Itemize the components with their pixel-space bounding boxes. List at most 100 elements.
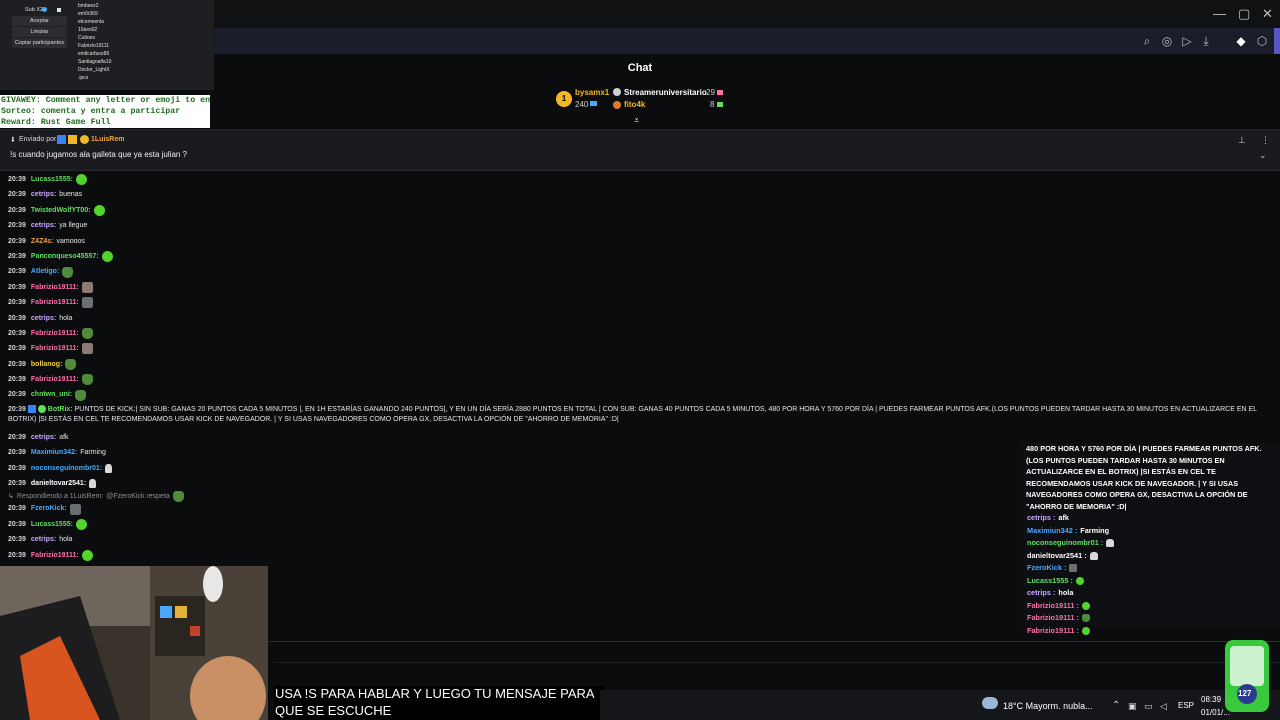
message-username[interactable]: BotRix: [48,406,73,413]
participant-item: Cutioes [78,35,95,41]
rank-badge-icon: 1 [556,91,572,107]
volume-icon[interactable]: ◁ [1160,701,1167,712]
download-icon[interactable]: ⤓ [1199,34,1213,48]
chat-message[interactable]: 20:39 bollanog: [8,357,1270,372]
message-username[interactable]: cetrips: [31,187,56,202]
message-username[interactable]: Fabrizio19111: [31,280,79,295]
search-icon[interactable]: ⌕ [1140,34,1154,48]
maximize-icon[interactable]: ▢ [1238,6,1250,22]
weather-text[interactable]: 18°C Mayorm. nubla... [1003,701,1093,711]
message-username[interactable]: Fabrizio19111: [31,548,79,563]
pin-icon[interactable]: ⊥ [1238,135,1246,146]
accept-button[interactable]: Aceptar [12,16,67,26]
overlay-chat-line: danieltovar2541 : [1023,550,1280,563]
message-username[interactable]: bollanog: [31,357,63,372]
copy-participants-button[interactable]: Copiar participantes [12,38,67,48]
message-time: 20:39 [8,283,26,291]
blob-emote-icon [101,251,113,263]
message-username[interactable]: cetrips: [31,532,56,547]
message-time: 20:39 [8,222,26,230]
chat-message[interactable]: 20:39 Fabrizio19111: [8,326,1270,341]
message-username[interactable]: noconseguinombr01: [31,461,102,476]
chat-message[interactable]: 20:39 Panconqueso45557: [8,249,1270,264]
message-username[interactable]: cetrips: [31,218,56,233]
overlay-chat-line: FzeroKick : [1023,562,1280,575]
message-username[interactable]: TwistedWolfYT00: [31,203,91,218]
leader-name-3[interactable]: fito4k [624,100,645,109]
expand-leaderboard-icon[interactable]: ⩡ [634,115,639,126]
cube-icon[interactable]: ⬡ [1255,34,1269,48]
pinned-author[interactable]: 1LuisRem [91,136,124,143]
badge-icon [37,405,46,414]
chat-message[interactable]: 20:39 Fabrizio19111: [8,341,1270,356]
pinned-message: ⬇ Enviado por 1LuisRem !s cuando jugamos… [0,129,1280,171]
chat-message[interactable]: 20:39 chntwn_uni: [8,387,1270,402]
message-username[interactable]: Lucass1555: [31,172,73,187]
message-username[interactable]: Maximiun342: [31,445,77,460]
message-time: 20:39 [8,433,26,441]
overlay-username: noconseguinombr01 : [1027,538,1104,547]
chat-message[interactable]: 20:39 cetrips: buenas [8,187,1270,202]
chat-message[interactable]: 20:39 Z4Z4s: vamooos [8,234,1270,249]
pinned-text: !s cuando jugamos ala galleta que ya est… [10,150,188,159]
chat-message[interactable]: 20:39 Fabrizio19111: [8,372,1270,387]
close-icon[interactable]: ✕ [1262,6,1273,22]
message-username[interactable]: Fabrizio19111: [31,341,79,356]
mascot-badge: 127 [1222,634,1272,714]
message-username[interactable]: Lucass1555: [31,517,73,532]
tray-chevron-icon[interactable]: ⌃ [1112,700,1120,711]
more-options-icon[interactable]: ⋮ [1261,135,1270,146]
message-username[interactable]: cetrips: [31,430,56,445]
chat-message[interactable]: 20:39 Fabrizio19111: [8,295,1270,310]
badge-icon [57,135,66,144]
weather-icon[interactable] [982,697,998,709]
bot-message[interactable]: 20:39 BotRix: PUNTOS DE KICK:| SIN SUB: … [8,405,1263,426]
message-username[interactable]: Fabrizio19111: [31,295,79,310]
blob-emote-icon [93,204,105,216]
message-username[interactable]: cetrips: [31,311,56,326]
badge-icon [27,405,36,414]
play-icon[interactable]: ▷ [1180,34,1194,48]
chat-message[interactable]: 20:39 Fabrizio19111: [8,280,1270,295]
participant-item: emilcarfaso89 [78,51,110,57]
frog-emote-icon [81,374,93,386]
network-icon[interactable]: ▭ [1144,701,1153,712]
language-indicator[interactable]: ESP [1178,701,1194,710]
message-username[interactable]: Atletigo: [31,264,59,279]
overlay-username: cetrips : [1027,513,1056,522]
tray-app-icon[interactable]: ▣ [1128,701,1137,712]
webcam-scene [0,566,268,720]
frog-emote-icon [65,358,77,370]
message-time: 20:39 [8,551,26,559]
chat-message[interactable]: 20:39 cetrips: hola [8,311,1270,326]
leader-name-2[interactable]: Streameruniversitario [624,88,707,97]
chat-message[interactable]: 20:39 Lucass1555: [8,172,1270,187]
toggle-icon[interactable] [42,7,47,12]
shield-icon[interactable]: ◎ [1160,34,1174,48]
checkbox[interactable] [57,8,61,12]
message-username[interactable]: Fabrizio19111: [31,326,79,341]
minimize-icon[interactable]: — [1213,6,1226,21]
extension-icon[interactable]: ◆ [1234,34,1248,48]
message-text: PUNTOS DE KICK:| SIN SUB: GANAS 20 PUNTO… [8,405,1257,424]
frog-emote-icon [62,266,74,278]
chat-message[interactable]: 20:39 cetrips: ya llegue [8,218,1270,233]
message-text: hola [59,314,73,322]
message-time: 20:39 [8,299,26,307]
message-time: 20:39 [8,176,26,183]
clear-button[interactable]: Limpiar [12,27,67,37]
clock-time[interactable]: 08:39 [1201,695,1221,704]
chat-message[interactable]: 20:39 TwistedWolfYT00: [8,203,1270,218]
chevron-down-icon[interactable]: ⌄ [1259,150,1267,161]
message-username[interactable]: Z4Z4s: [31,234,54,249]
message-username[interactable]: FzeroKick: [31,501,67,516]
message-username[interactable]: chntwn_uni: [31,387,72,402]
message-username[interactable]: Fabrizio19111: [31,372,79,387]
blob-emote-icon [1081,601,1090,610]
message-username[interactable]: Panconqueso45557: [31,249,99,264]
chat-message[interactable]: 20:39 Atletigo: [8,264,1270,279]
frog-emote-icon [75,389,87,401]
leader-name-1[interactable]: bysamx1 [575,88,609,97]
webcam-feed [0,566,268,720]
blob-emote-icon [75,174,87,186]
